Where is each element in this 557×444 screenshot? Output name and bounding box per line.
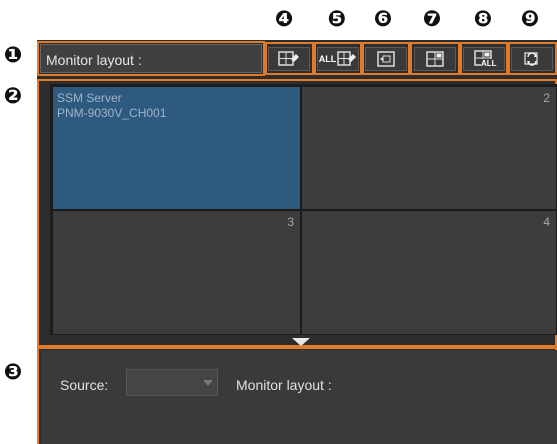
source-panel [41,350,557,444]
bottom-monitor-layout-label: Monitor layout : [236,377,332,393]
cell-channel-name: PNM-9030V_CH001 [57,106,167,120]
layout-arrange-all-icon: ALL [319,51,358,67]
layout-swap-button[interactable] [365,47,407,71]
monitor-layout-label: Monitor layout : [46,52,142,68]
cell-number: 4 [543,215,550,229]
callout-7: ❼ [422,7,442,32]
layout-grid-button[interactable] [414,47,456,71]
scroll-down-arrow-icon[interactable] [292,338,310,346]
refresh-layout-button[interactable] [511,47,553,71]
chevron-down-icon [203,380,213,386]
monitor-cell-4[interactable]: 4 [301,210,557,335]
refresh-icon [522,51,542,67]
all-text: ALL [318,54,337,64]
monitor-cell-1[interactable]: SSM Server PNM-9030V_CH001 [52,86,301,210]
layout-grid-all-button[interactable]: ALL [463,47,505,71]
layout-swap-icon [376,51,396,67]
callout-4: ❹ [274,7,294,32]
layout-single-button[interactable] [268,47,310,71]
monitor-grid: SSM Server PNM-9030V_CH001 2 3 4 [50,84,557,335]
layout-grid-all-icon: ALL [473,50,497,68]
source-label: Source: [60,377,109,393]
layout-all-button[interactable]: ALL [317,47,359,71]
cell-server-name: SSM Server [57,91,122,105]
layout-arrange-icon [278,51,300,67]
layout-grid-icon [425,51,445,67]
callout-8: ❽ [473,7,493,32]
callout-5: ❺ [327,7,347,32]
callout-1: ❶ [3,43,23,68]
callout-2: ❷ [3,84,23,109]
callout-9: ❾ [520,7,540,32]
grid-all-text: ALL [481,59,497,68]
callout-6: ❻ [373,7,393,32]
source-select[interactable] [126,369,218,396]
cell-number: 2 [543,91,550,105]
callout-3: ❸ [3,360,23,385]
cell-number: 3 [287,215,294,229]
monitor-cell-2[interactable]: 2 [301,86,557,210]
monitor-layout-label-box: Monitor layout : [40,44,262,73]
monitor-cell-3[interactable]: 3 [52,210,301,335]
